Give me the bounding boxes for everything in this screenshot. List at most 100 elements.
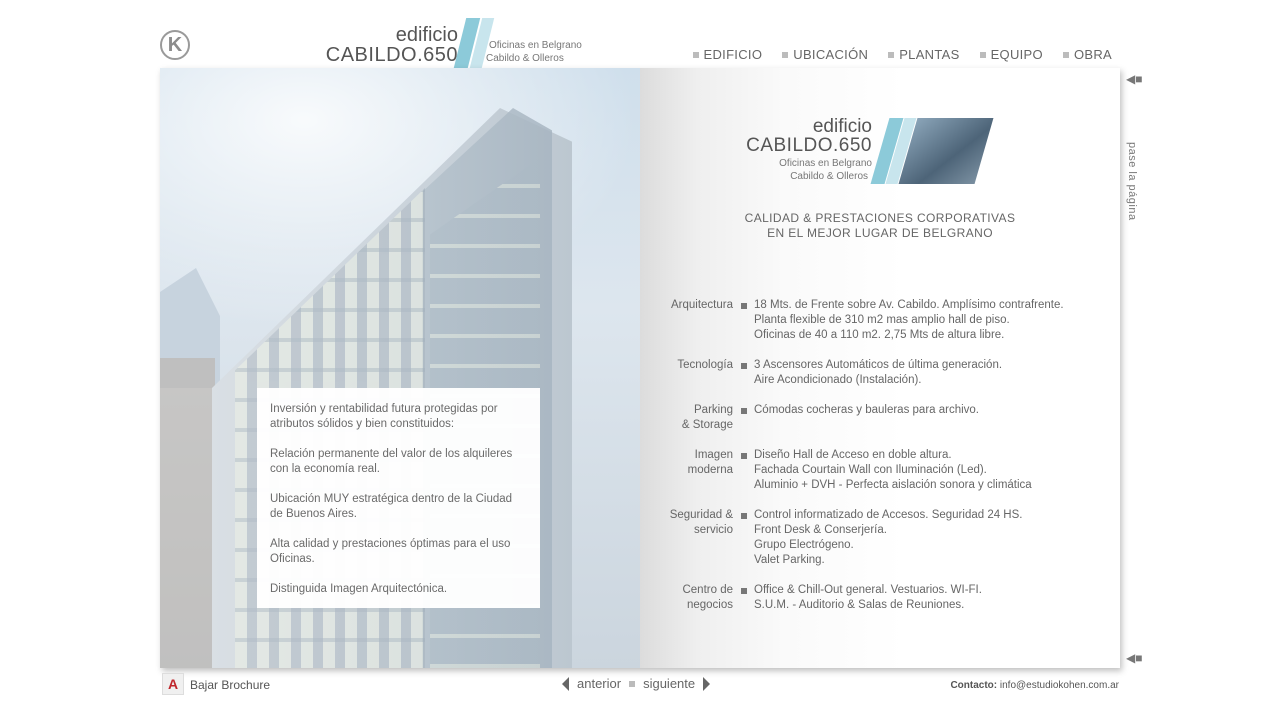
nav-item-ubicacion[interactable]: UBICACIÓN (782, 47, 868, 62)
k-logo[interactable]: K (160, 30, 190, 60)
nav-item-edificio[interactable]: EDIFICIO (692, 47, 763, 62)
nav-item-plantas[interactable]: PLANTAS (888, 47, 959, 62)
features-list: Arquitectura 18 Mts. de Frente sobre Av.… (640, 298, 1120, 628)
feature-line: Aluminio + DVH - Perfecta aislación sono… (754, 479, 1032, 491)
feature-label: Seguridad & servicio (640, 508, 733, 568)
previous-arrow-icon[interactable] (562, 676, 569, 691)
feature-seguridad: Seguridad & servicio Control informatiza… (640, 508, 1120, 568)
flipbook: Inversión y rentabilidad futura protegid… (160, 68, 1120, 668)
feature-label-line: servicio (694, 524, 733, 536)
feature-label-line: Arquitectura (670, 299, 733, 311)
feature-line: Front Desk & Conserjería. (754, 524, 887, 536)
feature-lines: 18 Mts. de Frente sobre Av. Cabildo. Amp… (754, 298, 1120, 343)
brand-sub2: Cabildo & Olleros (486, 53, 564, 64)
bullet-icon (733, 403, 754, 433)
nav-label: PLANTAS (899, 47, 960, 62)
bullet-icon (733, 358, 754, 388)
paragraph: Relación permanente del valor de los alq… (270, 448, 513, 475)
main-nav: EDIFICIO UBICACIÓN PLANTAS EQUIPO OBRA (692, 47, 1113, 62)
nav-item-equipo[interactable]: EQUIPO (979, 47, 1043, 62)
nav-item-obra[interactable]: OBRA (1062, 47, 1112, 62)
paragraph: Inversión y rentabilidad futura protegid… (270, 403, 498, 430)
feature-lines: Office & Chill-Out general. Vestuarios. … (754, 583, 1120, 613)
feature-line: Oficinas de 40 a 110 m2. 2,75 Mts de alt… (754, 329, 1005, 341)
previous-link[interactable]: anterior (577, 676, 621, 691)
right-page[interactable]: edificio CABILDO.650 Oficinas en Belgran… (640, 68, 1120, 668)
brand-sub1: Oficinas en Belgrano (489, 40, 582, 51)
brand-sub2: Cabildo & Olleros (790, 171, 868, 182)
feature-lines: Control informatizado de Accesos. Seguri… (754, 508, 1120, 568)
brand-sub1: Oficinas en Belgrano (779, 158, 872, 169)
adjacent-building (160, 358, 215, 668)
tagline-line1: CALIDAD & PRESTACIONES CORPORATIVAS (744, 211, 1016, 225)
nav-label: EDIFICIO (703, 47, 763, 62)
feature-line: Diseño Hall de Acceso en doble altura. (754, 449, 952, 461)
feature-imagen: Imagen moderna Diseño Hall de Acceso en … (640, 448, 1120, 493)
feature-label: Tecnología (640, 358, 733, 388)
turn-page-label[interactable]: pase la página (1126, 142, 1138, 221)
right-brand-logo: edificio CABILDO.650 Oficinas en Belgran… (740, 116, 1000, 196)
bullet-icon (782, 51, 789, 58)
contact-label: Contacto: (950, 680, 998, 691)
feature-label-line: Parking (694, 404, 733, 416)
feature-line: Control informatizado de Accesos. Seguri… (754, 509, 1023, 521)
left-page[interactable]: Inversión y rentabilidad futura protegid… (160, 68, 640, 668)
feature-label-line: negocios (686, 599, 733, 611)
feature-label: Parking & Storage (640, 403, 733, 433)
feature-parking: Parking & Storage Cómodas cocheras y bau… (640, 403, 1120, 433)
turn-page-arrow-icon[interactable]: ◀■ (1126, 72, 1142, 86)
brand-main: CABILDO.650 (325, 44, 458, 66)
feature-label-line: Imagen (694, 449, 733, 461)
bullet-icon (733, 583, 754, 613)
feature-line: 3 Ascensores Automáticos de última gener… (754, 359, 1003, 371)
feature-line: Aire Acondicionado (Instalación). (754, 374, 922, 386)
turn-page-arrow-bottom-icon[interactable]: ◀■ (1126, 651, 1142, 665)
brand-logo[interactable]: edificio CABILDO.650 Oficinas en Belgran… (318, 18, 618, 68)
feature-centro-negocios: Centro de negocios Office & Chill-Out ge… (640, 583, 1120, 613)
separator-icon (629, 680, 636, 687)
investment-text-box: Inversión y rentabilidad futura protegid… (257, 388, 540, 608)
feature-label-line: moderna (687, 464, 733, 476)
paragraph: Alta calidad y prestaciones óptimas para… (270, 538, 511, 565)
next-link[interactable]: siguiente (643, 676, 695, 691)
nav-label: EQUIPO (990, 47, 1043, 62)
feature-label-line: & Storage (681, 419, 733, 431)
nav-label: OBRA (1073, 47, 1112, 62)
feature-line: Valet Parking. (754, 554, 825, 566)
feature-label: Arquitectura (640, 298, 733, 343)
pdf-icon[interactable]: A (162, 673, 184, 695)
feature-label: Centro de negocios (640, 583, 733, 613)
bullet-icon (1062, 51, 1069, 58)
feature-tecnologia: Tecnología 3 Ascensores Automáticos de ú… (640, 358, 1120, 388)
feature-line: Cómodas cocheras y bauleras para archivo… (754, 404, 980, 416)
feature-label-line: Centro de (682, 584, 733, 596)
feature-label-line: Seguridad & (669, 509, 733, 521)
paragraph: Distinguida Imagen Arquitectónica. (270, 583, 448, 595)
feature-line: Fachada Courtain Wall con Iluminación (L… (754, 464, 987, 476)
tagline-line2: EN EL MEJOR LUGAR DE BELGRANO (767, 226, 993, 240)
bullet-icon (733, 508, 754, 568)
bullet-icon (888, 51, 895, 58)
download-brochure-link[interactable]: Bajar Brochure (190, 678, 270, 692)
feature-label-line: Tecnología (677, 359, 733, 371)
feature-line: Grupo Electrógeno. (754, 539, 854, 551)
bullet-icon (692, 51, 699, 58)
feature-line: S.U.M. - Auditorio & Salas de Reuniones. (754, 599, 965, 611)
paragraph: Ubicación MUY estratégica dentro de la C… (270, 493, 513, 520)
bullet-icon (733, 298, 754, 343)
feature-line: Planta flexible de 310 m2 mas amplio hal… (754, 314, 1010, 326)
contact-info: Contacto: info@estudiokohen.com.ar (950, 680, 1119, 691)
feature-label: Imagen moderna (640, 448, 733, 493)
nav-label: UBICACIÓN (793, 47, 869, 62)
brand-main: CABILDO.650 (746, 135, 872, 156)
feature-lines: Cómodas cocheras y bauleras para archivo… (754, 403, 1120, 433)
next-arrow-icon[interactable] (703, 676, 711, 691)
feature-arquitectura: Arquitectura 18 Mts. de Frente sobre Av.… (640, 298, 1120, 343)
bullet-icon (979, 51, 986, 58)
feature-line: Office & Chill-Out general. Vestuarios. … (754, 584, 982, 596)
feature-lines: 3 Ascensores Automáticos de última gener… (754, 358, 1120, 388)
pager: anterior siguiente (562, 676, 711, 691)
bullet-icon (733, 448, 754, 493)
contact-email[interactable]: info@estudiokohen.com.ar (1000, 680, 1119, 691)
feature-line: 18 Mts. de Frente sobre Av. Cabildo. Amp… (754, 299, 1064, 311)
